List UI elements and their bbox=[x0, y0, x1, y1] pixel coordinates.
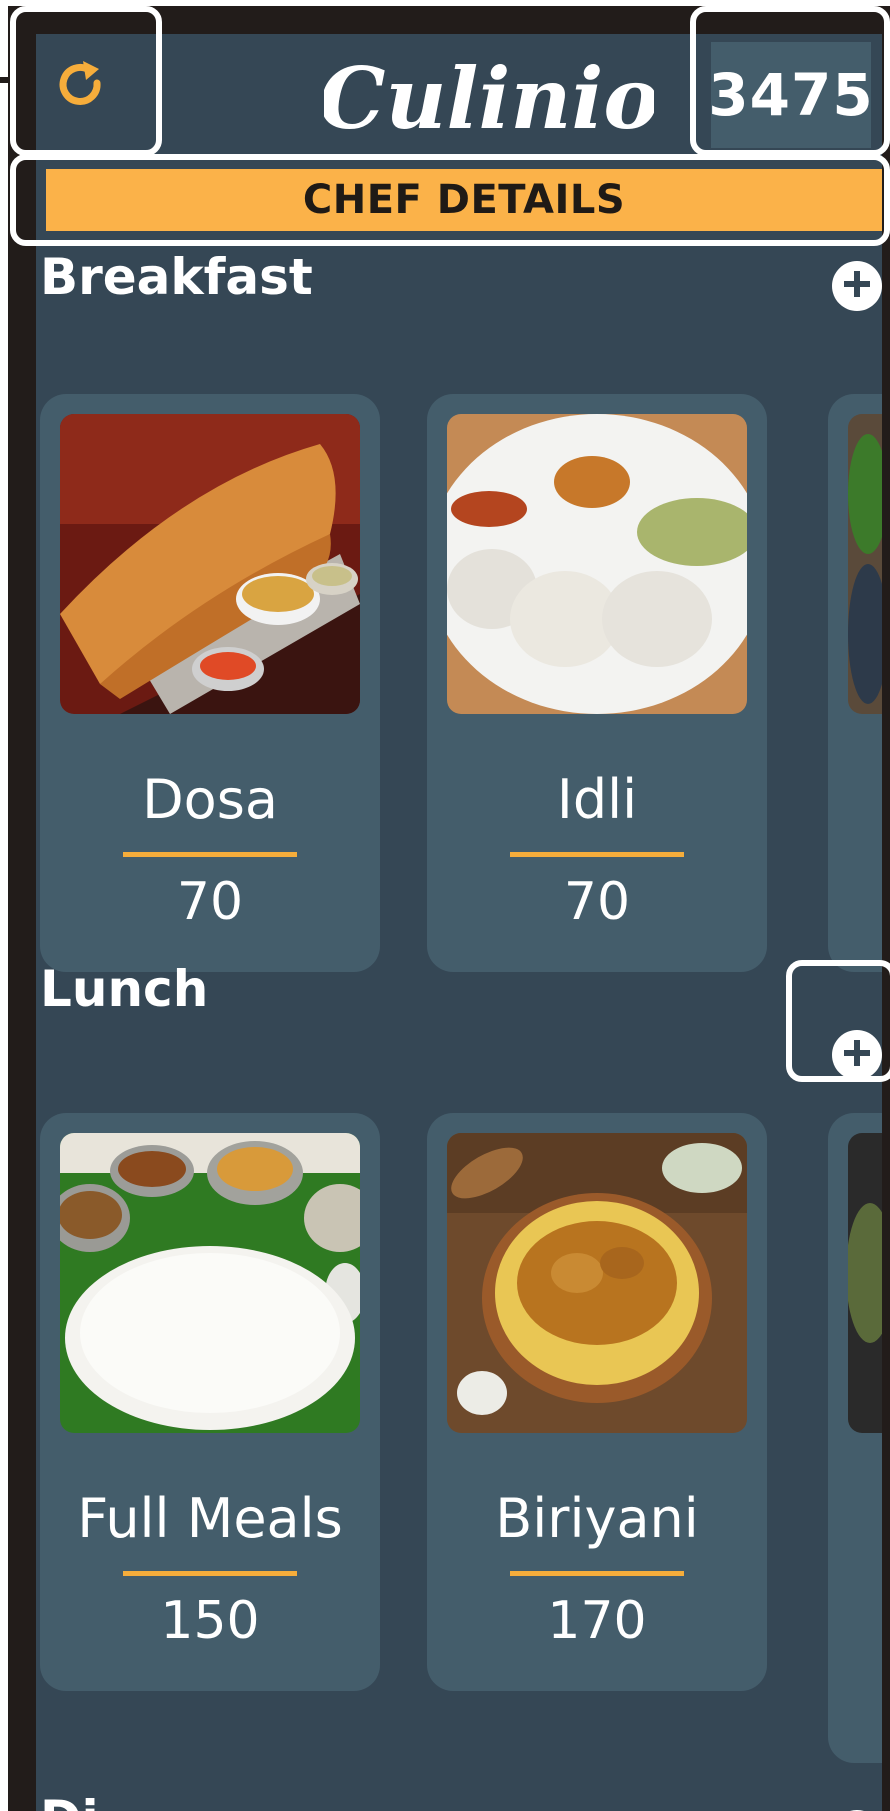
plus-circle-icon bbox=[842, 1038, 872, 1072]
menu-card-partial[interactable] bbox=[828, 1113, 882, 1763]
section-title-lunch: Lunch bbox=[40, 960, 209, 1018]
section-title-breakfast: Breakfast bbox=[40, 248, 313, 306]
menu-item-price: 170 bbox=[547, 1591, 647, 1651]
name-divider bbox=[510, 1571, 684, 1576]
name-divider bbox=[510, 852, 684, 857]
menu-item-price: 150 bbox=[160, 1591, 260, 1651]
menu-card-idli[interactable]: Idli 70 bbox=[427, 394, 767, 972]
app-logo: Culinio bbox=[319, 36, 660, 160]
refresh-button[interactable] bbox=[50, 52, 112, 122]
score-counter: 3475 bbox=[708, 42, 873, 148]
biriyani-image bbox=[447, 1133, 747, 1433]
menu-card-full-meals[interactable]: Full Meals 150 bbox=[40, 1113, 380, 1691]
name-divider bbox=[123, 852, 297, 857]
food-image bbox=[848, 1133, 882, 1433]
menu-card-dosa[interactable]: Dosa 70 bbox=[40, 394, 380, 972]
annotation-connector bbox=[0, 77, 8, 83]
svg-text:Culinio: Culinio bbox=[324, 49, 654, 148]
idli-image bbox=[447, 414, 747, 714]
menu-item-name: Dosa bbox=[142, 768, 278, 831]
food-image bbox=[848, 414, 882, 714]
menu-item-price: 70 bbox=[176, 872, 244, 932]
menu-item-name: Biriyani bbox=[495, 1487, 699, 1550]
chef-details-button[interactable]: CHEF DETAILS bbox=[46, 169, 882, 231]
menu-item-name: Full Meals bbox=[77, 1487, 343, 1550]
refresh-icon bbox=[53, 57, 109, 117]
app-header: Culinio 3475 bbox=[36, 34, 882, 162]
plus-circle-icon bbox=[842, 269, 872, 303]
full-meals-image bbox=[60, 1133, 360, 1433]
add-breakfast-button[interactable] bbox=[832, 261, 882, 311]
device-frame: Culinio 3475 CHEF DETAILS Breakfast Dosa… bbox=[8, 6, 890, 1811]
menu-item-price: 70 bbox=[563, 872, 631, 932]
app-screen: Culinio 3475 CHEF DETAILS Breakfast Dosa… bbox=[36, 34, 882, 1811]
dosa-image bbox=[60, 414, 360, 714]
menu-item-name: Idli bbox=[556, 768, 638, 831]
menu-card-partial[interactable] bbox=[828, 394, 882, 972]
add-lunch-button[interactable] bbox=[832, 1030, 882, 1080]
name-divider bbox=[123, 1571, 297, 1576]
menu-card-biriyani[interactable]: Biriyani 170 bbox=[427, 1113, 767, 1691]
section-title-partial: Di bbox=[40, 1790, 99, 1811]
